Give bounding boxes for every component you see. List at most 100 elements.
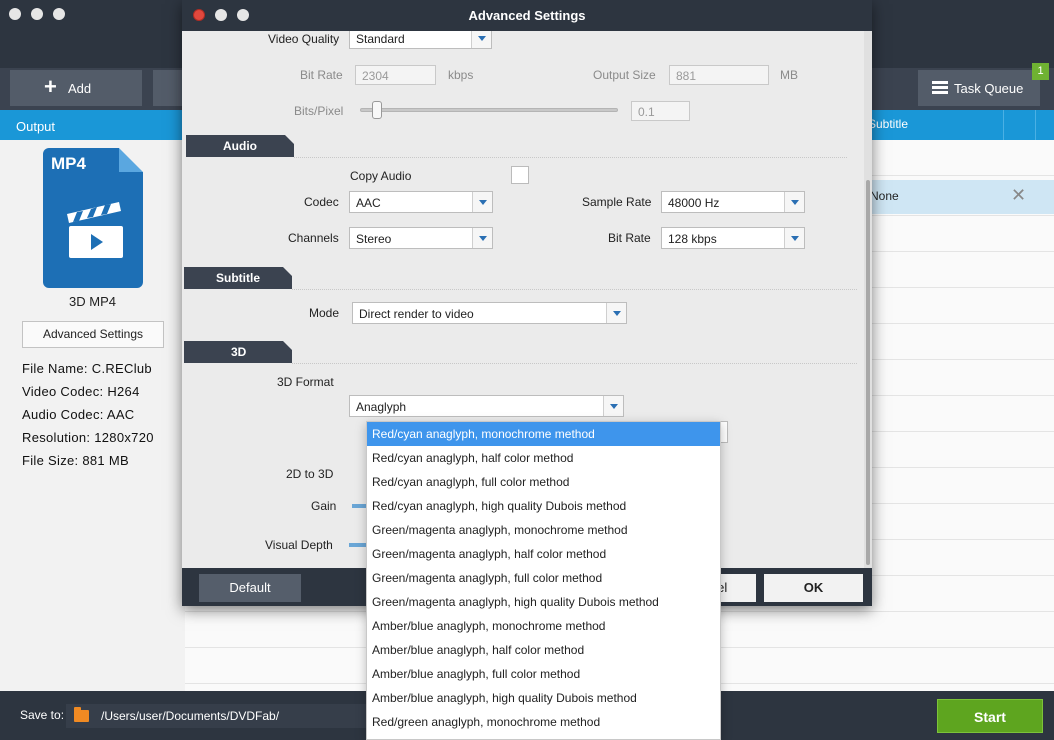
subtitle-cell: None bbox=[870, 189, 899, 203]
codec-label: Codec bbox=[304, 195, 339, 209]
close-icon[interactable] bbox=[9, 8, 21, 20]
channels-value: Stereo bbox=[356, 232, 392, 246]
file-name-info: File Name: C.REClub bbox=[22, 361, 152, 376]
bitrate-label: Bit Rate bbox=[300, 68, 343, 82]
3d-format-value: Anaglyph bbox=[356, 400, 407, 414]
chevron-down-icon bbox=[603, 396, 623, 416]
task-queue-button[interactable]: Task Queue bbox=[918, 70, 1040, 106]
video-quality-label: Video Quality bbox=[268, 32, 340, 46]
clapperboard-icon bbox=[67, 202, 123, 258]
copy-audio-label: Copy Audio bbox=[350, 169, 412, 183]
channels-select[interactable]: Stereo bbox=[349, 227, 493, 249]
dropdown-option[interactable]: Amber/blue anaglyph, full color method bbox=[367, 662, 720, 686]
video-quality-value: Standard bbox=[356, 32, 405, 46]
zoom-icon[interactable] bbox=[53, 8, 65, 20]
output-header: Output bbox=[0, 110, 185, 140]
bitrate-unit: kbps bbox=[448, 68, 474, 82]
remove-icon[interactable]: ✕ bbox=[1011, 185, 1026, 206]
mp4-badge: MP4 bbox=[51, 154, 86, 173]
section-divider bbox=[292, 363, 857, 364]
toolbar-button[interactable] bbox=[153, 70, 183, 106]
section-notch bbox=[283, 267, 293, 277]
section-divider bbox=[294, 157, 847, 158]
dropdown-option[interactable]: Amber/blue anaglyph, half color method bbox=[367, 638, 720, 662]
resolution-info: Resolution: 1280x720 bbox=[22, 430, 154, 445]
subtitle-mode-value: Direct render to video bbox=[359, 307, 474, 321]
default-button[interactable]: Default bbox=[199, 574, 301, 602]
audio-codec-value: AAC bbox=[356, 196, 381, 210]
3d-section-title: 3D bbox=[231, 345, 247, 359]
dropdown-option[interactable]: Red/green anaglyph, monochrome method bbox=[367, 710, 720, 734]
dialog-title: Advanced Settings bbox=[468, 8, 586, 23]
chevron-down-icon bbox=[784, 192, 804, 212]
gain-slider[interactable] bbox=[352, 504, 366, 508]
audio-bitrate-label: Bit Rate bbox=[608, 231, 651, 245]
file-size-info: File Size: 881 MB bbox=[22, 453, 129, 468]
section-notch bbox=[283, 341, 293, 351]
folder-icon[interactable] bbox=[74, 707, 89, 722]
dropdown-option[interactable]: Red/cyan anaglyph, high quality Dubois m… bbox=[367, 494, 720, 518]
dropdown-option[interactable]: Green/magenta anaglyph, high quality Dub… bbox=[367, 590, 720, 614]
sample-rate-value: 48000 Hz bbox=[668, 196, 720, 210]
bits-pixel-slider[interactable] bbox=[360, 108, 618, 112]
3d-section-header: 3D bbox=[184, 341, 293, 363]
add-button[interactable]: + Add bbox=[10, 70, 142, 106]
profile-name: 3D MP4 bbox=[69, 294, 116, 309]
task-queue-label: Task Queue bbox=[954, 80, 1024, 96]
section-notch bbox=[285, 135, 295, 145]
visual-depth-slider[interactable] bbox=[349, 543, 366, 547]
chevron-down-icon bbox=[606, 303, 626, 323]
anaglyph-method-dropdown[interactable]: Red/cyan anaglyph, monochrome method Red/… bbox=[366, 421, 721, 740]
dropdown-option[interactable]: Red/cyan anaglyph, half color method bbox=[367, 446, 720, 470]
bits-pixel-field[interactable]: 0.1 bbox=[631, 101, 690, 121]
gain-label: Gain bbox=[311, 499, 337, 513]
task-queue-badge: 1 bbox=[1032, 63, 1049, 80]
output-panel: MP4 3D MP4 Advanced Settings File Name: … bbox=[0, 140, 185, 691]
advanced-settings-button[interactable]: Advanced Settings bbox=[22, 321, 164, 348]
dropdown-option[interactable]: Green/magenta anaglyph, monochrome metho… bbox=[367, 518, 720, 542]
dropdown-option[interactable]: Amber/blue anaglyph, high quality Dubois… bbox=[367, 686, 720, 710]
dropdown-option[interactable]: Green/magenta anaglyph, full color metho… bbox=[367, 566, 720, 590]
2d-to-3d-label: 2D to 3D bbox=[286, 467, 334, 481]
chevron-down-icon bbox=[471, 31, 491, 48]
bits-pixel-slider-handle[interactable] bbox=[372, 101, 383, 119]
video-codec-info: Video Codec: H264 bbox=[22, 384, 140, 399]
video-quality-select[interactable]: Standard bbox=[349, 31, 492, 49]
plus-icon: + bbox=[44, 74, 57, 99]
audio-bitrate-value: 128 kbps bbox=[668, 232, 717, 246]
dialog-titlebar: Advanced Settings bbox=[182, 0, 872, 31]
save-path-field[interactable]: /Users/user/Documents/DVDFab/ bbox=[66, 704, 366, 728]
dropdown-option[interactable]: Red/cyan anaglyph, full color method bbox=[367, 470, 720, 494]
subtitle-section-header: Subtitle bbox=[184, 267, 293, 289]
sample-rate-label: Sample Rate bbox=[582, 195, 652, 209]
audio-section-title: Audio bbox=[223, 139, 257, 153]
sample-rate-select[interactable]: 48000 Hz bbox=[661, 191, 805, 213]
section-divider bbox=[292, 289, 857, 290]
subtitle-column-header: Subtitle bbox=[868, 117, 909, 131]
dialog-scrollbar-thumb[interactable] bbox=[866, 180, 870, 565]
chevron-down-icon bbox=[472, 228, 492, 248]
audio-codec-select[interactable]: AAC bbox=[349, 191, 493, 213]
page-fold bbox=[119, 148, 143, 172]
chevron-down-icon bbox=[472, 192, 492, 212]
ok-button[interactable]: OK bbox=[764, 574, 863, 602]
add-label: Add bbox=[68, 80, 92, 96]
minimize-icon[interactable] bbox=[31, 8, 43, 20]
audio-bitrate-select[interactable]: 128 kbps bbox=[661, 227, 805, 249]
bitrate-field[interactable]: 2304 bbox=[355, 65, 436, 85]
start-button[interactable]: Start bbox=[937, 699, 1043, 733]
visual-depth-label: Visual Depth bbox=[265, 538, 333, 552]
bits-pixel-label: Bits/Pixel bbox=[294, 104, 344, 118]
output-size-field[interactable]: 881 bbox=[669, 65, 769, 85]
3d-format-select[interactable]: Anaglyph bbox=[349, 395, 624, 417]
mp4-profile-icon[interactable]: MP4 bbox=[43, 148, 143, 288]
audio-section-header: Audio bbox=[186, 135, 295, 157]
subtitle-mode-select[interactable]: Direct render to video bbox=[352, 302, 627, 324]
dropdown-option[interactable]: Green/magenta anaglyph, half color metho… bbox=[367, 542, 720, 566]
copy-audio-checkbox[interactable] bbox=[511, 166, 529, 184]
dropdown-option[interactable]: Red/cyan anaglyph, monochrome method bbox=[367, 422, 720, 446]
output-size-label: Output Size bbox=[593, 68, 656, 82]
dropdown-option[interactable]: Amber/blue anaglyph, monochrome method bbox=[367, 614, 720, 638]
header-divider bbox=[1035, 110, 1036, 140]
chevron-down-icon bbox=[784, 228, 804, 248]
